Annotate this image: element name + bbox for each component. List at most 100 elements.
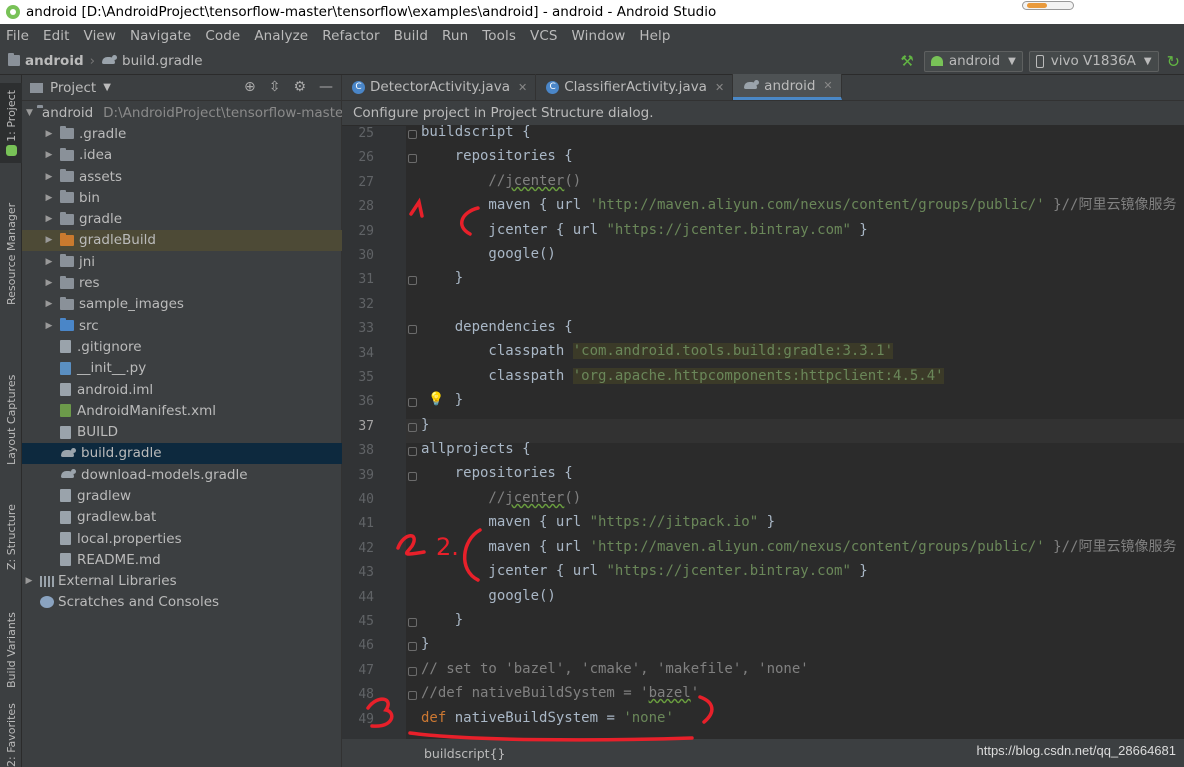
tree-item[interactable]: gradlew.bat xyxy=(22,507,342,528)
fold-marker-icon[interactable] xyxy=(408,666,417,676)
chevron-right-icon[interactable]: ▼ xyxy=(26,108,33,118)
tree-item-label: res xyxy=(79,275,100,292)
close-icon[interactable]: ✕ xyxy=(715,81,724,94)
tree-item[interactable]: ▶ src xyxy=(22,315,342,336)
chevron-down-icon: ▼ xyxy=(1008,55,1016,67)
tree-item[interactable]: ▶ assets xyxy=(22,166,342,187)
menu-file[interactable]: File xyxy=(0,28,36,44)
fold-marker-icon[interactable] xyxy=(408,276,417,286)
tree-item[interactable]: ▶ jni xyxy=(22,251,342,272)
fold-marker-icon[interactable] xyxy=(408,447,417,457)
code-editor[interactable]: 25 26 27 28 29 30 31 32 33 34 35 36 37 38 39 40 41 42 43 44… xyxy=(342,124,1184,739)
fold-marker-icon[interactable] xyxy=(408,642,417,652)
tree-item[interactable]: ▶ sample_images xyxy=(22,294,342,315)
fold-marker-icon[interactable] xyxy=(408,422,417,432)
code-line: } xyxy=(421,392,464,408)
tree-item[interactable]: ▶ gradleBuild xyxy=(22,229,342,252)
tool-window-build-variants[interactable]: Build Variants xyxy=(0,593,22,688)
menu-tools[interactable]: Tools xyxy=(475,28,523,44)
collapse-icon[interactable]: ⇳ xyxy=(269,79,281,95)
fold-marker-icon[interactable] xyxy=(408,691,417,701)
fold-marker-icon[interactable] xyxy=(408,325,417,335)
tree-item[interactable]: ▶ .idea xyxy=(22,145,342,166)
line-number: 42 xyxy=(358,540,374,556)
locate-icon[interactable]: ⊕ xyxy=(244,79,256,95)
fold-marker-icon[interactable] xyxy=(408,471,417,481)
tree-item[interactable]: ▶ gradle xyxy=(22,208,342,229)
menu-navigate[interactable]: Navigate xyxy=(123,28,198,44)
refresh-icon[interactable]: ↻ xyxy=(1167,52,1180,71)
chevron-right-icon[interactable]: ▶ xyxy=(42,278,56,288)
tree-item[interactable]: BUILD xyxy=(22,421,342,442)
breadcrumb-file[interactable]: build.gradle xyxy=(122,53,203,69)
menu-analyze[interactable]: Analyze xyxy=(247,28,315,44)
tool-window-resource-manager[interactable]: Resource Manager xyxy=(0,180,22,305)
run-config-select[interactable]: android ▼ xyxy=(923,50,1023,72)
tree-item[interactable]: gradlew xyxy=(22,485,342,506)
chevron-right-icon[interactable]: ▶ xyxy=(42,235,56,245)
tool-window-favorites[interactable]: 2: Favorites xyxy=(0,703,22,767)
window-titlebar: android [D:\AndroidProject\tensorflow-ma… xyxy=(0,0,1184,24)
tab-classifier-activity[interactable]: C ClassifierActivity.java ✕ xyxy=(536,74,734,100)
hammer-icon[interactable]: ⚒ xyxy=(900,52,913,70)
tool-window-layout-captures[interactable]: Layout Captures xyxy=(0,360,22,465)
menu-edit[interactable]: Edit xyxy=(36,28,77,44)
breadcrumb: android › build.gradle xyxy=(0,53,203,69)
tree-item-external-libraries[interactable]: ▶ External Libraries xyxy=(22,571,342,592)
folder-icon xyxy=(60,318,74,332)
tree-item[interactable]: android.iml xyxy=(22,379,342,400)
tool-window-project[interactable]: 1: Project xyxy=(0,83,22,163)
menu-vcs[interactable]: VCS xyxy=(523,28,565,44)
chevron-right-icon[interactable]: ▶ xyxy=(22,576,36,586)
chevron-right-icon[interactable]: ▶ xyxy=(42,193,56,203)
fold-marker-icon[interactable] xyxy=(408,618,417,627)
device-select[interactable]: vivo V1836A ▼ xyxy=(1028,50,1159,72)
file-icon xyxy=(60,553,71,567)
tree-item-label: README.md xyxy=(77,551,161,568)
minimize-icon[interactable]: — xyxy=(319,79,333,95)
tree-item[interactable]: download-models.gradle xyxy=(22,464,342,485)
close-icon[interactable]: ✕ xyxy=(823,79,832,92)
chevron-right-icon[interactable]: ▶ xyxy=(42,214,56,224)
close-icon[interactable]: ✕ xyxy=(518,81,527,94)
tree-item[interactable]: ▶ bin xyxy=(22,187,342,208)
menu-run[interactable]: Run xyxy=(435,28,475,44)
chevron-right-icon[interactable]: ▶ xyxy=(42,172,56,182)
tree-item[interactable]: build.gradle xyxy=(22,442,342,465)
menu-refactor[interactable]: Refactor xyxy=(315,28,386,44)
tree-item[interactable]: ▶ .gradle xyxy=(22,123,342,144)
folder-icon xyxy=(60,296,74,310)
tree-item-root[interactable]: ▼ android D:\AndroidProject\tensorflow-mas… xyxy=(22,102,342,123)
tree-item[interactable]: README.md xyxy=(22,549,342,570)
menu-help[interactable]: Help xyxy=(632,28,677,44)
window-control-icon[interactable] xyxy=(1022,1,1074,10)
menu-view[interactable]: View xyxy=(77,28,123,44)
line-number: 37 xyxy=(358,418,374,434)
menu-build[interactable]: Build xyxy=(387,28,435,44)
tree-item[interactable]: .gitignore xyxy=(22,336,342,357)
tab-detector-activity[interactable]: C DetectorActivity.java ✕ xyxy=(342,74,537,100)
tree-item[interactable]: local.properties xyxy=(22,528,342,549)
tool-window-structure[interactable]: Z: Structure xyxy=(0,485,22,570)
chevron-right-icon[interactable]: ▶ xyxy=(42,321,56,331)
menu-code[interactable]: Code xyxy=(198,28,247,44)
breadcrumb-project[interactable]: android xyxy=(25,53,84,69)
tree-item-scratches[interactable]: Scratches and Consoles xyxy=(22,592,342,613)
tree-item-label: External Libraries xyxy=(58,573,177,590)
chevron-right-icon[interactable]: ▶ xyxy=(42,257,56,267)
gear-icon[interactable]: ⚙ xyxy=(293,79,306,95)
tree-item[interactable]: ▶ res xyxy=(22,272,342,293)
chevron-down-icon[interactable]: ▼ xyxy=(103,82,111,93)
tree-item[interactable]: AndroidManifest.xml xyxy=(22,400,342,421)
chevron-right-icon[interactable]: ▶ xyxy=(42,299,56,309)
fold-marker-icon[interactable] xyxy=(408,398,417,408)
code-breadcrumb[interactable]: buildscript{} xyxy=(424,746,505,761)
tree-item[interactable]: __init__.py xyxy=(22,358,342,379)
chevron-right-icon[interactable]: ▶ xyxy=(42,129,56,139)
menu-window[interactable]: Window xyxy=(565,28,633,44)
project-view-select[interactable]: Project xyxy=(50,80,96,96)
tab-android-gradle[interactable]: android ✕ xyxy=(733,74,842,100)
chevron-right-icon[interactable]: ▶ xyxy=(42,150,56,160)
fold-marker-icon[interactable] xyxy=(408,154,417,164)
fold-marker-icon[interactable] xyxy=(408,130,417,139)
